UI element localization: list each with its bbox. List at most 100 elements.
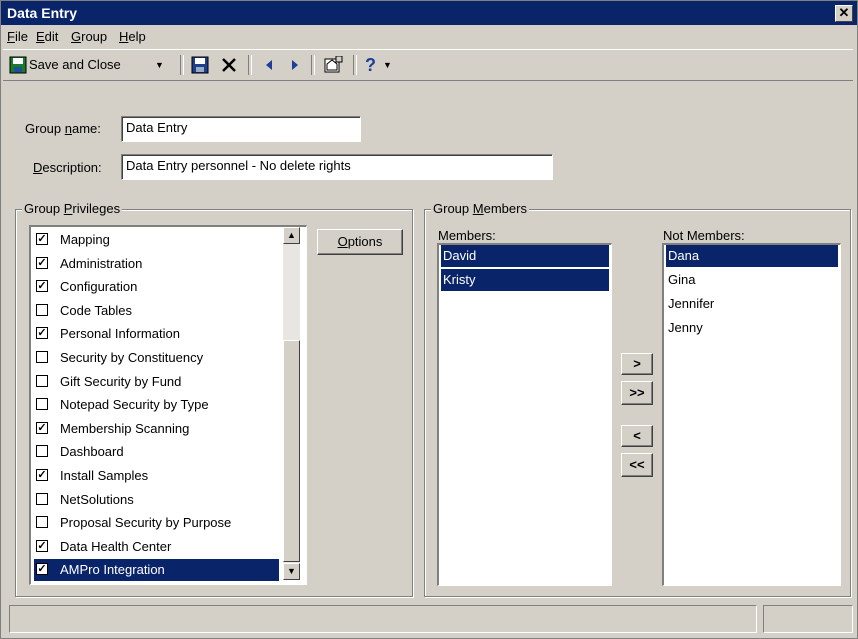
save-and-close-label: Save and Close <box>29 57 121 72</box>
privilege-item[interactable]: Gift Security by Fund <box>34 371 279 393</box>
privilege-label: Personal Information <box>60 326 180 342</box>
privilege-label: Configuration <box>60 279 138 295</box>
scroll-thumb[interactable] <box>283 340 300 562</box>
privilege-item[interactable]: Notepad Security by Type <box>34 394 279 416</box>
arrow-right-icon <box>292 60 298 70</box>
toolbar: Save and Close ▼ ? ▼ <box>3 49 853 81</box>
privilege-checkbox[interactable] <box>36 303 48 316</box>
list-item[interactable]: Kristy <box>441 269 609 291</box>
status-pane-main <box>9 605 757 633</box>
privilege-label: Security by Constituency <box>60 350 204 365</box>
group-name-label: Group name: <box>25 121 101 136</box>
properties-button[interactable] <box>321 53 345 77</box>
list-item[interactable]: Jennifer <box>666 293 838 315</box>
privilege-checkbox[interactable]: ✓ <box>36 280 48 293</box>
add-member-button[interactable]: > <box>621 353 653 375</box>
privileges-list[interactable]: ✓ Mapping ✓ Administration ✓ Configuration Cod… <box>29 225 307 585</box>
scroll-down-icon: ▼ <box>287 566 296 576</box>
menu-bar: File Edit Group Help <box>1 25 857 47</box>
privilege-item[interactable]: Proposal Security by Purpose <box>34 512 279 534</box>
close-window-button[interactable]: ✕ <box>835 5 853 22</box>
privilege-checkbox[interactable] <box>36 374 48 387</box>
privilege-checkbox[interactable]: ✓ <box>36 256 48 269</box>
help-dropdown-icon[interactable]: ▼ <box>383 53 392 77</box>
status-pane-secondary <box>763 605 853 633</box>
delete-button[interactable] <box>218 53 240 77</box>
save-and-close-button[interactable]: Save and Close ▼ <box>7 53 177 77</box>
group-name-input[interactable]: Data Entry <box>121 116 361 142</box>
list-item[interactable]: David <box>441 245 609 267</box>
save-button[interactable] <box>189 53 211 77</box>
privilege-checkbox[interactable] <box>36 351 48 363</box>
privilege-item[interactable]: ✓ Data Health Center <box>34 536 279 558</box>
privilege-checkbox[interactable]: ✓ <box>36 421 48 434</box>
close-icon: ✕ <box>838 5 850 20</box>
privilege-label: Membership Scanning <box>60 420 190 436</box>
privilege-label: Administration <box>60 255 143 271</box>
options-button[interactable]: Options <box>317 229 403 255</box>
privilege-checkbox[interactable]: ✓ <box>36 327 48 340</box>
toolbar-separator <box>311 55 315 75</box>
arrow-left-icon <box>266 60 272 70</box>
menu-group[interactable]: Group <box>71 29 107 44</box>
members-list[interactable]: David Kristy <box>437 243 612 586</box>
not-members-list[interactable]: Dana Gina Jennifer Jenny <box>662 243 841 586</box>
privilege-item[interactable]: ✓ Personal Information <box>34 323 279 345</box>
privilege-item[interactable]: ✓ Mapping <box>34 229 279 251</box>
privilege-item[interactable]: NetSolutions <box>34 489 279 511</box>
list-item[interactable]: Jenny <box>666 317 838 339</box>
privilege-item[interactable]: Dashboard <box>34 441 279 463</box>
data-entry-window: Data Entry ✕ File Edit Group Help Save a… <box>0 0 858 639</box>
menu-help[interactable]: Help <box>119 29 146 44</box>
toolbar-separator <box>353 55 357 75</box>
privilege-checkbox[interactable] <box>36 516 48 529</box>
remove-all-members-button[interactable]: << <box>621 453 653 477</box>
privilege-checkbox[interactable] <box>36 492 48 505</box>
help-question-icon: ? <box>365 55 376 75</box>
privilege-label: Proposal Security by Purpose <box>60 515 232 531</box>
group-privileges-legend: Group Privileges <box>22 201 123 216</box>
scroll-down-button[interactable]: ▼ <box>283 563 300 580</box>
help-button[interactable]: ? ▼ <box>363 53 399 77</box>
privilege-label: Code Tables <box>60 302 133 318</box>
save-dropdown-icon[interactable]: ▼ <box>155 53 164 77</box>
privilege-item[interactable]: ✓ Configuration <box>34 276 279 298</box>
privilege-checkbox[interactable]: ✓ <box>36 539 48 552</box>
privilege-item[interactable]: ✓ AMPro Integration <box>34 559 279 582</box>
privileges-scrollbar[interactable]: ▲ ▼ <box>283 227 300 580</box>
add-all-members-button[interactable]: >> <box>621 381 653 405</box>
properties-icon <box>324 56 343 73</box>
remove-member-button[interactable]: < <box>621 425 653 447</box>
privilege-checkbox[interactable]: ✓ <box>36 469 48 481</box>
privilege-label: Data Health Center <box>60 538 172 554</box>
privilege-item[interactable]: ✓ Membership Scanning <box>34 418 279 440</box>
menu-edit[interactable]: Edit <box>36 29 58 44</box>
next-record-button[interactable] <box>285 53 305 77</box>
privilege-label: Dashboard <box>60 444 124 460</box>
privilege-checkbox[interactable] <box>36 398 48 411</box>
privilege-item[interactable]: Code Tables <box>34 300 279 322</box>
title-bar: Data Entry ✕ <box>1 1 857 25</box>
privilege-checkbox[interactable]: ✓ <box>36 563 48 576</box>
scroll-up-button[interactable]: ▲ <box>283 227 300 244</box>
scroll-up-icon: ▲ <box>287 230 296 240</box>
description-label: Description: <box>33 160 102 175</box>
privilege-label: Gift Security by Fund <box>60 373 182 389</box>
description-input[interactable]: Data Entry personnel - No delete rights <box>121 154 553 180</box>
not-members-label: Not Members: <box>663 228 745 243</box>
list-item[interactable]: Dana <box>666 245 838 267</box>
previous-record-button[interactable] <box>259 53 279 77</box>
privilege-label: Notepad Security by Type <box>60 397 209 413</box>
members-label: Members: <box>438 228 496 243</box>
privilege-item[interactable]: ✓ Administration <box>34 253 279 275</box>
privilege-item[interactable]: ✓ Install Samples <box>34 465 279 487</box>
floppy-disk-icon <box>191 56 209 74</box>
list-item[interactable]: Gina <box>666 269 838 291</box>
privilege-label: NetSolutions <box>60 491 134 507</box>
privilege-item[interactable]: Security by Constituency <box>34 347 279 369</box>
window-title: Data Entry <box>7 5 78 21</box>
privilege-label: Install Samples <box>60 468 149 483</box>
menu-file[interactable]: File <box>7 29 28 44</box>
privilege-checkbox[interactable]: ✓ <box>36 233 48 245</box>
privilege-checkbox[interactable] <box>36 445 48 458</box>
